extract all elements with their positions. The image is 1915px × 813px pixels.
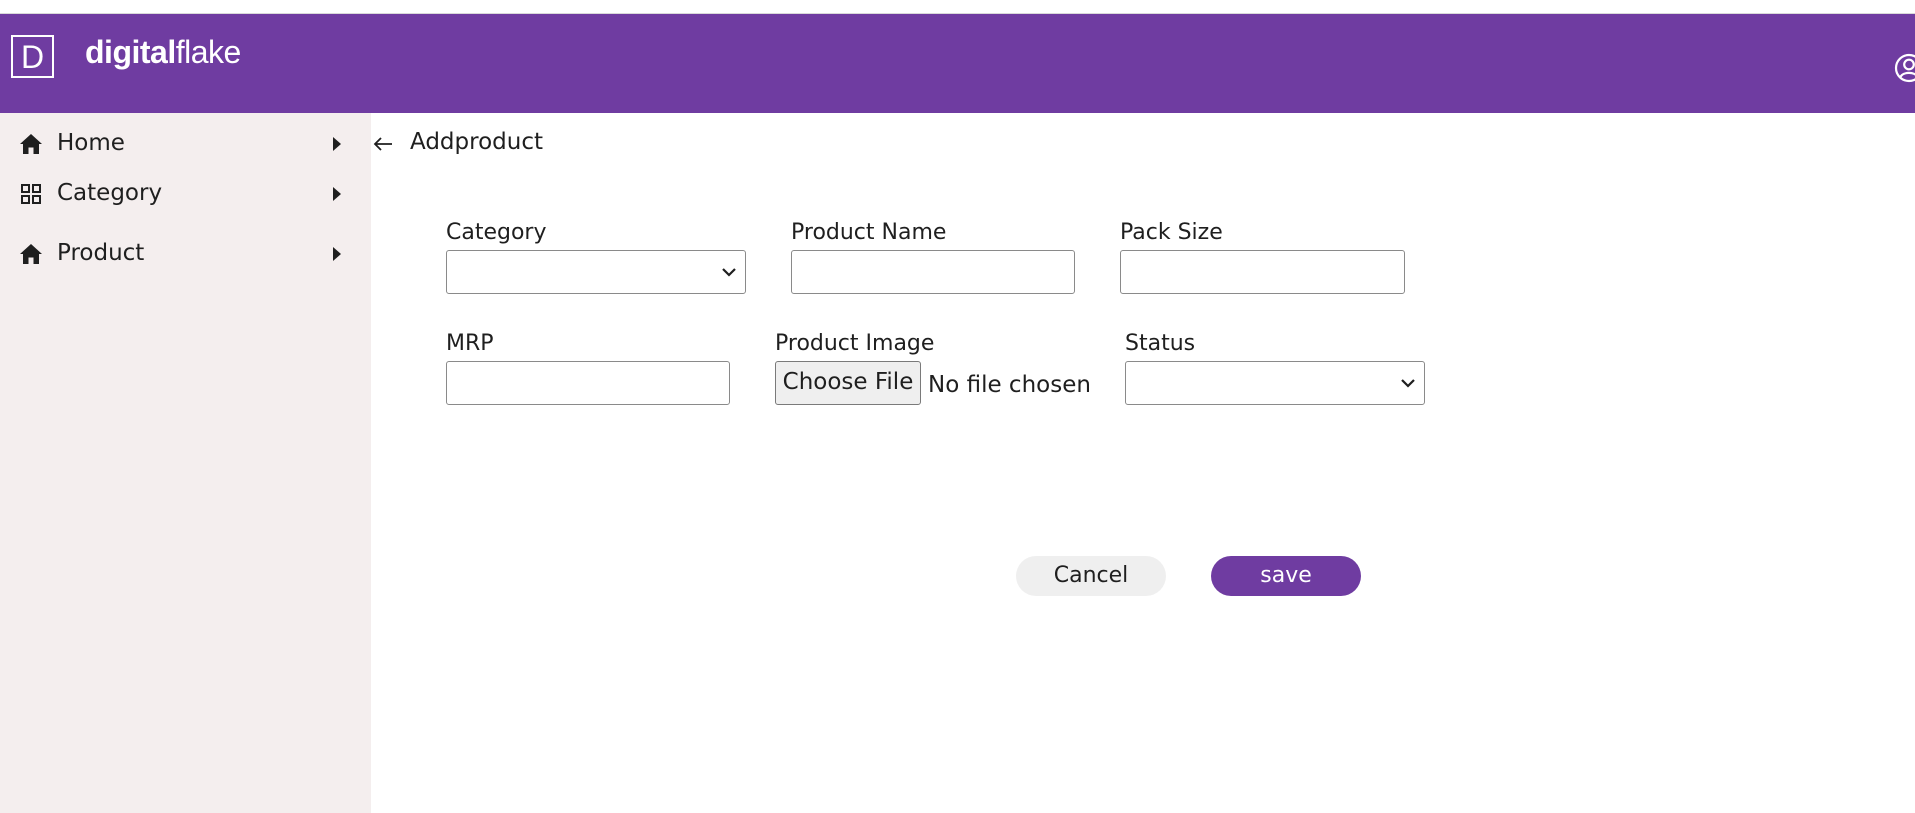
mrp-label: MRP — [446, 331, 494, 356]
home-icon — [20, 134, 42, 154]
sidebar-item-category[interactable]: Category — [0, 169, 371, 219]
home-icon — [20, 244, 42, 264]
app-header: D digitalflake — [0, 14, 1915, 113]
choose-file-button[interactable]: Choose File — [775, 361, 921, 405]
product-name-input[interactable] — [791, 250, 1075, 294]
caret-right-icon — [333, 187, 341, 201]
arrow-left-icon[interactable] — [372, 133, 394, 155]
sidebar: Home Category Product — [0, 113, 371, 813]
pack-size-label: Pack Size — [1120, 220, 1223, 245]
browser-top-edge — [0, 0, 1915, 14]
status-select[interactable] — [1125, 361, 1425, 405]
pack-size-input[interactable] — [1120, 250, 1405, 294]
sidebar-item-home[interactable]: Home — [0, 119, 371, 169]
chevron-down-icon — [1401, 379, 1415, 388]
mrp-input[interactable] — [446, 361, 730, 405]
sidebar-item-label: Category — [57, 180, 163, 206]
category-select[interactable] — [446, 250, 746, 294]
file-status-text: No file chosen — [928, 372, 1091, 398]
save-button[interactable]: save — [1211, 556, 1361, 596]
page-title: Addproduct — [410, 129, 543, 155]
brand-name-bold: digital — [85, 34, 176, 70]
logo-icon: D — [11, 35, 54, 78]
brand-name: digitalflake — [85, 34, 241, 71]
chevron-down-icon — [722, 268, 736, 277]
caret-right-icon — [333, 137, 341, 151]
product-image-label: Product Image — [775, 331, 935, 356]
category-label: Category — [446, 220, 547, 245]
sidebar-item-label: Home — [57, 130, 125, 156]
sidebar-item-product[interactable]: Product — [0, 229, 371, 279]
grid-icon — [21, 184, 41, 204]
sidebar-item-label: Product — [57, 240, 145, 266]
cancel-button[interactable]: Cancel — [1016, 556, 1166, 596]
brand-name-light: flake — [175, 34, 242, 70]
caret-right-icon — [333, 247, 341, 261]
user-circle-icon[interactable] — [1894, 53, 1915, 83]
product-name-label: Product Name — [791, 220, 947, 245]
status-label: Status — [1125, 331, 1196, 356]
